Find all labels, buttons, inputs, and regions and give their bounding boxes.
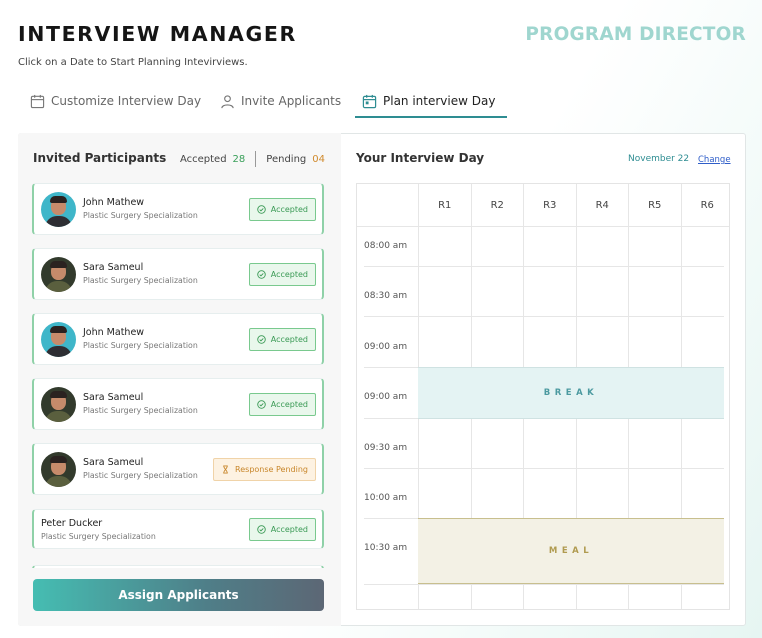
pending-count: 04 <box>312 153 325 165</box>
active-tab-indicator <box>355 116 507 118</box>
check-circle-icon <box>257 525 266 534</box>
room-header: R1 <box>418 184 471 226</box>
tab-customize-interview-day[interactable]: Customize Interview Day <box>30 84 201 118</box>
time-label: 10:30 am <box>364 543 408 553</box>
change-date-link[interactable]: Change <box>698 155 731 165</box>
room-header: R6 <box>680 184 730 226</box>
time-label: 09:00 am <box>364 392 408 402</box>
tab-bar: Customize Interview Day Invite Applicant… <box>18 84 538 120</box>
user-icon <box>221 94 234 108</box>
page-title: INTERVIEW MANAGER <box>18 22 297 46</box>
room-header: R4 <box>575 184 629 226</box>
status-label: Response Pending <box>235 465 308 474</box>
check-circle-icon <box>257 270 266 279</box>
avatar <box>41 452 76 487</box>
participant-specialization: Plastic Surgery Specialization <box>83 276 198 285</box>
check-circle-icon <box>257 400 266 409</box>
room-header: R2 <box>470 184 524 226</box>
divider <box>255 151 257 167</box>
status-badge: Accepted <box>248 198 316 221</box>
status-badge: Accepted <box>248 263 316 286</box>
participant-item[interactable]: Peter Ducker Plastic Surgery Specializat… <box>32 509 324 549</box>
participant-specialization: Plastic Surgery Specialization <box>41 532 156 541</box>
time-label: 08:30 am <box>364 291 408 301</box>
status-badge: Accepted <box>248 518 316 541</box>
invited-participants-panel: Invited Participants Accepted 28 Pending… <box>18 133 341 626</box>
status-label: Accepted <box>270 270 308 279</box>
participant-specialization: Plastic Surgery Specialization <box>83 211 198 220</box>
room-header: R5 <box>628 184 681 226</box>
hourglass-icon <box>223 465 228 474</box>
header-divider <box>357 226 729 227</box>
participant-item[interactable]: Sara Sameul Plastic Surgery Specializati… <box>32 378 324 430</box>
status-label: Accepted <box>270 525 308 534</box>
participant-item[interactable] <box>32 565 324 568</box>
participant-item[interactable]: Sara Sameul Plastic Surgery Specializati… <box>32 443 324 495</box>
status-label: Accepted <box>270 400 308 409</box>
check-circle-icon <box>257 335 266 344</box>
break-block[interactable]: BREAK <box>418 367 724 419</box>
tab-label: Invite Applicants <box>241 94 342 108</box>
participant-name: Sara Sameul <box>83 457 144 468</box>
selected-date: November 22 <box>628 154 690 164</box>
time-label: 09:30 am <box>364 443 408 453</box>
status-badge: Response Pending <box>213 458 316 481</box>
role-label: PROGRAM DIRECTOR <box>525 24 746 45</box>
participants-heading: Invited Participants <box>33 151 167 165</box>
participant-name: John Mathew <box>83 197 145 208</box>
participant-name: John Mathew <box>83 327 145 338</box>
status-badge: Accepted <box>248 393 316 416</box>
calendar-icon <box>30 94 45 108</box>
participant-name: Sara Sameul <box>83 392 144 403</box>
participant-item[interactable]: John Mathew Plastic Surgery Specializati… <box>32 183 324 235</box>
time-label: 09:00 am <box>364 342 408 352</box>
participant-name: Sara Sameul <box>83 262 144 273</box>
status-label: Accepted <box>270 205 308 214</box>
status-badge: Accepted <box>248 328 316 351</box>
participant-specialization: Plastic Surgery Specialization <box>83 406 198 415</box>
calendar-check-icon <box>362 94 377 108</box>
check-circle-icon <box>257 205 266 214</box>
accepted-label: Accepted <box>179 153 227 165</box>
meal-block[interactable]: MEAL <box>418 518 724 584</box>
avatar <box>41 257 76 292</box>
participant-counts: Accepted 28 Pending 04 <box>180 151 325 167</box>
participant-item[interactable]: Sara Sameul Plastic Surgery Specializati… <box>32 248 324 300</box>
schedule-grid[interactable]: R1 R2 R3 R4 R5 R6 08:00 am 08:30 am 09:0… <box>356 183 730 610</box>
tab-invite-applicants[interactable]: Invite Applicants <box>220 84 341 118</box>
participant-specialization: Plastic Surgery Specialization <box>83 341 198 350</box>
time-label: 08:00 am <box>364 241 408 251</box>
assign-applicants-button[interactable]: Assign Applicants <box>33 579 324 611</box>
tab-label: Customize Interview Day <box>51 94 202 108</box>
room-header: R3 <box>523 184 576 226</box>
participant-specialization: Plastic Surgery Specialization <box>83 471 198 480</box>
tab-label: Plan interview Day <box>383 94 496 108</box>
time-label: 10:00 am <box>364 493 408 503</box>
avatar <box>41 192 76 227</box>
tab-plan-interview-day[interactable]: Plan interview Day <box>362 84 495 118</box>
avatar <box>41 322 76 357</box>
participant-item[interactable]: John Mathew Plastic Surgery Specializati… <box>32 313 324 365</box>
participant-name: Peter Ducker <box>41 518 103 529</box>
interview-day-heading: Your Interview Day <box>356 151 485 165</box>
page-subtitle: Click on a Date to Start Planning Intevi… <box>18 57 248 68</box>
accepted-count: 28 <box>232 153 246 165</box>
participant-list[interactable]: John Mathew Plastic Surgery Specializati… <box>32 183 324 568</box>
pending-label: Pending <box>266 153 307 165</box>
avatar <box>41 387 76 422</box>
status-label: Accepted <box>270 335 308 344</box>
